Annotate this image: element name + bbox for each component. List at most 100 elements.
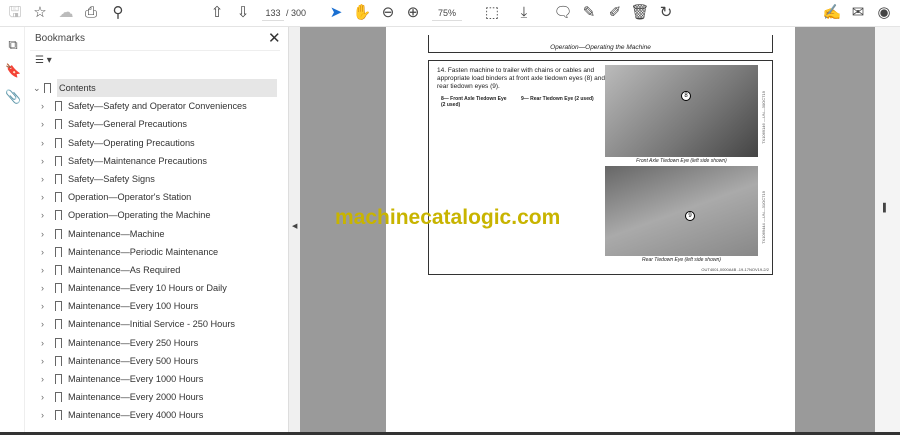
- bookmark-item[interactable]: › Safety—Safety and Operator Conveniences: [25, 97, 280, 115]
- zoom-in-icon[interactable]: ⊕: [403, 4, 423, 22]
- bookmark-item[interactable]: › Safety—Safety Signs: [25, 170, 280, 188]
- right-panel-handle[interactable]: ▌: [875, 27, 900, 432]
- chevron-right-icon[interactable]: ›: [41, 279, 44, 297]
- bookmark-label: Maintenance—Every 100 Hours: [68, 301, 199, 312]
- scroll-mode-icon[interactable]: ⤓: [514, 4, 534, 22]
- bookmark-label: Operation—Operating the Machine: [68, 210, 211, 221]
- bookmark-label: Maintenance—Every 1000 Hours: [68, 374, 204, 384]
- bookmark-item[interactable]: › Maintenance—Every 100 Hours: [25, 297, 280, 315]
- caption-rear: Rear Tiedown Eye (left side shown): [642, 257, 721, 263]
- side-code-1: TX1069146 —UN—30OCT19: [761, 91, 766, 144]
- chevron-right-icon[interactable]: ›: [41, 352, 44, 370]
- panel-collapse-handle[interactable]: ◀: [288, 27, 300, 435]
- bookmark-list: ⌄ Contents › Safety—Safety and Operator Con…: [25, 79, 280, 425]
- bookmark-item[interactable]: › Maintenance—Every 10 Hours or Daily: [25, 279, 280, 297]
- mail-icon[interactable]: ✉: [848, 4, 868, 22]
- chevron-right-icon[interactable]: ›: [41, 97, 44, 115]
- bookmark-item[interactable]: › Maintenance—Every 1000 Hours: [25, 370, 280, 388]
- bookmark-icon: [55, 210, 62, 221]
- toolbar: 🖫 ☆ ☁ ⎙ ⚲ ⇧ ⇩ 133 / 300 ➤ ✋ ⊖ ⊕ 75% ⬚ ⤓ …: [0, 0, 900, 27]
- bookmark-label: Maintenance—Machine: [68, 228, 165, 239]
- bookmark-item[interactable]: ⌄ Contents: [33, 79, 277, 98]
- bookmark-label: Operation—Operator's Station: [68, 192, 192, 203]
- chevron-right-icon[interactable]: ›: [41, 152, 44, 170]
- bookmark-item[interactable]: › Maintenance—Machine: [25, 225, 280, 243]
- close-icon[interactable]: ✕: [268, 29, 281, 47]
- bookmark-item[interactable]: › Maintenance—Initial Service - 250 Hours: [25, 315, 280, 333]
- header-text: Operation—Operating the Machine: [550, 44, 651, 51]
- chevron-right-icon[interactable]: ›: [41, 334, 44, 352]
- fit-page-icon[interactable]: ⬚: [482, 4, 502, 22]
- save-icon[interactable]: 🖫: [5, 4, 25, 22]
- chevron-right-icon[interactable]: ›: [41, 261, 44, 279]
- expand-right-icon[interactable]: ▌: [883, 203, 889, 212]
- pen-icon[interactable]: ✎: [579, 4, 599, 22]
- chevron-right-icon[interactable]: ›: [41, 406, 44, 424]
- bookmark-icon: [55, 374, 62, 384]
- chevron-right-icon[interactable]: ›: [41, 370, 44, 388]
- page-number-input[interactable]: 133: [262, 5, 284, 21]
- bookmark-item[interactable]: › Maintenance—Every 500 Hours: [25, 352, 280, 370]
- chevron-right-icon[interactable]: ›: [41, 134, 44, 152]
- bookmark-icon: [55, 319, 62, 330]
- bookmark-item[interactable]: › Maintenance—Every 250 Hours: [25, 334, 280, 352]
- bookmark-label: Maintenance—Every 500 Hours: [68, 355, 199, 366]
- collapse-left-icon[interactable]: ◀: [292, 222, 297, 230]
- chevron-right-icon[interactable]: ›: [41, 243, 44, 261]
- bookmark-label: Maintenance—As Required: [68, 264, 181, 275]
- rotate-icon[interactable]: ↻: [656, 4, 676, 22]
- pages-icon[interactable]: ⧉: [5, 37, 21, 53]
- bookmark-item[interactable]: › Maintenance—Every 2000 Hours: [25, 388, 280, 406]
- comment-icon[interactable]: 🗨: [553, 4, 573, 22]
- hand-tool-icon[interactable]: ✋: [352, 4, 372, 22]
- bookmark-item[interactable]: › Safety—General Precautions: [25, 115, 280, 133]
- bookmark-item[interactable]: › Maintenance—As Required: [25, 261, 280, 279]
- zoom-out-icon[interactable]: ⊖: [378, 4, 398, 22]
- bookmark-icon: [55, 337, 62, 348]
- rear-tiedown-photo: 9: [605, 166, 758, 256]
- chevron-right-icon[interactable]: ›: [41, 170, 44, 188]
- bookmark-options-button[interactable]: ☰ ▾: [35, 55, 52, 66]
- chevron-right-icon[interactable]: ›: [41, 297, 44, 315]
- bookmark-label: Safety—General Precautions: [68, 119, 187, 130]
- attachment-icon[interactable]: 📎: [5, 89, 21, 105]
- bookmark-label: Maintenance—Periodic Maintenance: [68, 246, 219, 257]
- search-icon[interactable]: ⚲: [108, 4, 128, 22]
- bookmark-icon: [55, 173, 62, 184]
- sign-icon[interactable]: ✍: [822, 4, 842, 22]
- bookmark-label: Safety—Maintenance Precautions: [68, 155, 207, 166]
- previous-page-icon[interactable]: ⇧: [207, 4, 227, 22]
- bookmark-icon[interactable]: 🔖: [5, 63, 21, 79]
- select-cursor-icon[interactable]: ➤: [326, 4, 346, 22]
- chevron-right-icon[interactable]: ›: [41, 188, 44, 206]
- upload-cloud-icon[interactable]: ☁: [56, 4, 76, 22]
- chevron-right-icon[interactable]: ›: [41, 225, 44, 243]
- bookmark-item[interactable]: › Operation—Operating the Machine: [25, 206, 280, 224]
- callout-8: 8: [681, 91, 691, 101]
- bookmark-item[interactable]: › Maintenance—Every 4000 Hours: [25, 406, 280, 424]
- account-icon[interactable]: ◉: [874, 4, 894, 22]
- next-page-icon[interactable]: ⇩: [233, 4, 253, 22]
- bookmark-item[interactable]: › Operation—Operator's Station: [25, 188, 280, 206]
- zoom-level-select[interactable]: 75%: [432, 5, 462, 21]
- chevron-right-icon[interactable]: ›: [41, 388, 44, 406]
- bookmark-item[interactable]: › Safety—Maintenance Precautions: [25, 152, 280, 170]
- watermark: machinecatalogic.com: [335, 206, 561, 229]
- bookmark-label: Safety—Safety and Operator Conveniences: [68, 101, 247, 112]
- side-code-2: TX1069444 —UN—31OCT19: [761, 191, 766, 244]
- chevron-down-icon[interactable]: ⌄: [33, 79, 41, 97]
- bookmark-item[interactable]: › Maintenance—Periodic Maintenance: [25, 243, 280, 261]
- footer-code: OUT4001,0000A4B -19-17NOV19-2/2: [701, 267, 769, 272]
- legend-9: 9— Rear Tiedown Eye (2 used): [521, 96, 594, 102]
- delete-icon[interactable]: 🗑: [630, 4, 650, 22]
- bookmark-item[interactable]: › Safety—Operating Precautions: [25, 134, 280, 152]
- bookmark-icon: [55, 137, 62, 148]
- star-icon[interactable]: ☆: [30, 4, 50, 22]
- highlight-icon[interactable]: ✐: [605, 4, 625, 22]
- chevron-right-icon[interactable]: ›: [41, 115, 44, 133]
- print-icon[interactable]: ⎙: [81, 4, 101, 22]
- chevron-right-icon[interactable]: ›: [41, 206, 44, 224]
- front-axle-photo: 8: [605, 65, 758, 157]
- chevron-right-icon[interactable]: ›: [41, 315, 44, 333]
- bookmark-icon: [55, 410, 62, 421]
